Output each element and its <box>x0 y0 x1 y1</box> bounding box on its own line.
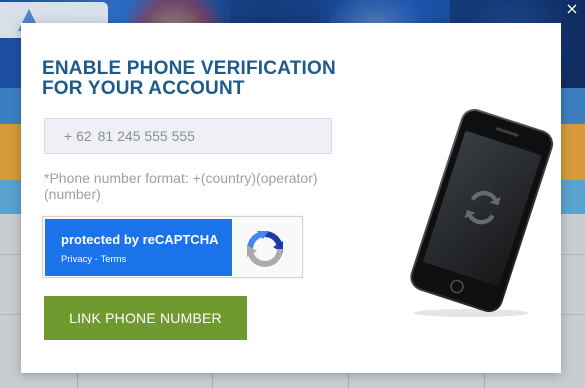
terms-link[interactable]: Terms <box>100 254 126 265</box>
recaptcha-text: protected by reCAPTCHA <box>61 232 219 247</box>
recaptcha-badge[interactable]: protected by reCAPTCHA Privacy - Terms <box>42 216 303 278</box>
recaptcha-links: Privacy - Terms <box>61 254 126 265</box>
modal-title: ENABLE PHONE VERIFICATION FOR YOUR ACCOU… <box>42 59 342 99</box>
link-phone-number-button[interactable]: LINK PHONE NUMBER <box>44 296 247 340</box>
phone-format-hint: *Phone number format: +(country)(operato… <box>44 170 318 202</box>
phone-sync-icon <box>410 108 554 317</box>
phone-verification-modal: ENABLE PHONE VERIFICATION FOR YOUR ACCOU… <box>21 23 561 373</box>
privacy-link[interactable]: Privacy <box>61 254 92 265</box>
recaptcha-label-panel: protected by reCAPTCHA Privacy - Terms <box>45 219 232 276</box>
country-code-prefix: + 62 <box>64 128 92 144</box>
phone-number-input[interactable] <box>97 128 298 144</box>
close-icon[interactable]: × <box>563 0 581 18</box>
recaptcha-icon <box>247 231 283 267</box>
modal-title-line-1: ENABLE PHONE VERIFICATION <box>42 58 336 79</box>
phone-number-field[interactable]: + 62 <box>44 118 332 154</box>
modal-title-line-2: FOR YOUR ACCOUNT <box>42 78 245 99</box>
